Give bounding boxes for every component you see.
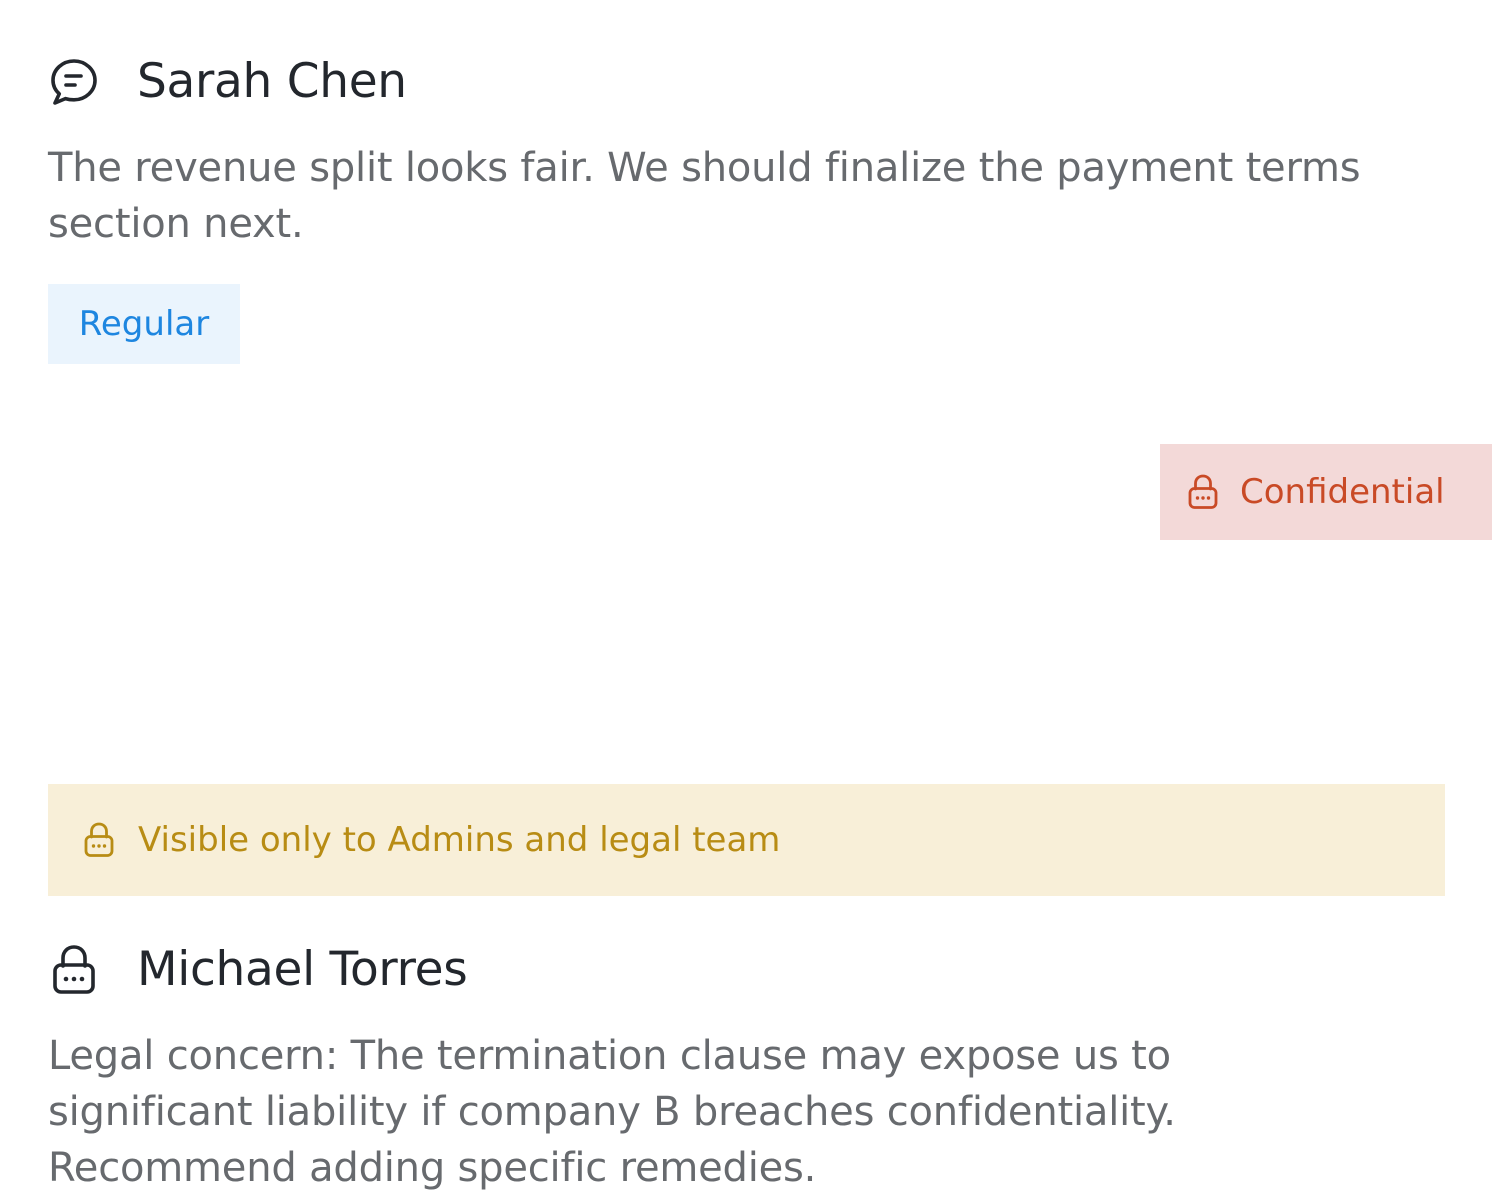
confidential-badge: Confidential (1160, 444, 1492, 540)
author-name: Michael Torres (137, 942, 468, 997)
lock-icon (48, 942, 104, 998)
confidential-label: Confidential (1240, 472, 1445, 512)
chat-bubble-icon (48, 54, 104, 110)
comment-text: The revenue split looks fair. We should … (48, 145, 1361, 247)
lock-icon (1186, 472, 1220, 512)
comment-text: Legal concern: The termination clause ma… (48, 1033, 1176, 1191)
regular-tag: Regular (48, 284, 240, 364)
visibility-notice-text: Visible only to Admins and legal team (138, 820, 781, 860)
comment-header: Sarah Chen (48, 52, 407, 112)
author-name: Sarah Chen (137, 54, 407, 109)
visibility-notice: Visible only to Admins and legal team (48, 784, 1445, 896)
lock-icon (82, 820, 116, 860)
comment-header: Michael Torres (48, 940, 468, 1000)
